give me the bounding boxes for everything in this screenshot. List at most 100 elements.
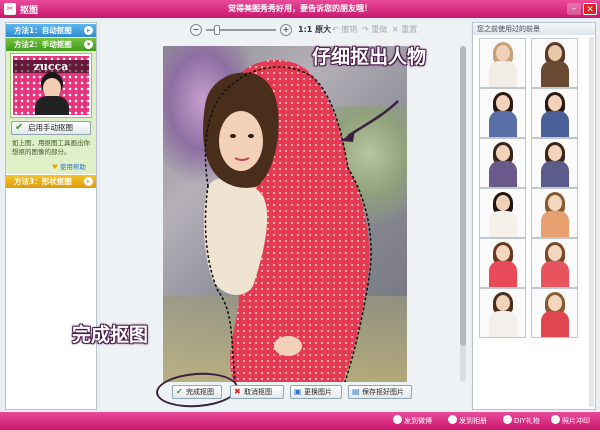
thumbnail-brand-text: zucca [13, 60, 89, 73]
figure-body [489, 111, 517, 137]
figure-head [548, 245, 562, 261]
diy-gift-label: DIY礼物 [514, 417, 540, 425]
recent-foreground-thumbnail[interactable] [531, 188, 578, 238]
change-image-button[interactable]: ▣ 更换图片 [290, 385, 342, 399]
figure-body [541, 111, 569, 137]
redo-button[interactable]: ↷ 重做 [362, 24, 387, 36]
figure-body [489, 261, 517, 287]
figure-head [548, 295, 562, 311]
recent-foreground-thumbnail[interactable] [479, 188, 526, 238]
figure-head [496, 45, 510, 61]
recent-foreground-thumbnail[interactable] [531, 38, 578, 88]
save-icon: ▤ [352, 387, 360, 396]
figure-head [496, 95, 510, 111]
figure-body [489, 161, 517, 187]
recent-foreground-thumbnail[interactable] [479, 138, 526, 188]
figure-head [548, 45, 562, 61]
figure-head [548, 195, 562, 211]
figure-head [496, 145, 510, 161]
figure-head [496, 295, 510, 311]
lightbulb-icon: ♥ [52, 163, 58, 171]
editing-area: − + 1:1 原大 ↶ 撤销 ↷ 重做 ✕ 重置 仔细抠出人物 完成抠图 ✔ … [72, 22, 470, 410]
zoom-in-button[interactable]: + [280, 24, 292, 36]
thumbnail-figure-head [43, 78, 61, 98]
canvas-toolbar: − + 1:1 原大 ↶ 撤销 ↷ 重做 ✕ 重置 [100, 22, 470, 38]
expand-arrow-icon: ▸ [84, 177, 93, 186]
status-bar: 发到微博 发到相册 DIY礼物 照片冲印 [0, 412, 600, 430]
print-icon [551, 415, 560, 424]
action-bar: ✔ 完成抠图 ✖ 取消抠图 ▣ 更换图片 ▤ 保存抠好图片 [100, 385, 470, 401]
cancel-cutout-label: 取消抠图 [244, 388, 272, 396]
help-link-label: 使用帮助 [59, 163, 86, 171]
recent-scrollbar[interactable] [589, 37, 594, 407]
recent-foregrounds-panel: 您之前使用过的前景 [472, 22, 596, 410]
share-album-link[interactable]: 发到相册 [448, 415, 487, 427]
subject-figure [203, 60, 399, 382]
thumbnail-figure-body [35, 96, 69, 115]
figure-body [541, 261, 569, 287]
minimize-button[interactable]: – [567, 3, 581, 15]
canvas-scrollbar-thumb[interactable] [460, 46, 466, 346]
recent-foreground-thumbnail[interactable] [479, 88, 526, 138]
help-link[interactable]: ♥ 使用帮助 [52, 161, 86, 171]
change-image-label: 更换图片 [304, 388, 332, 396]
manual-cutout-description: 如上图，用抠图工具画出你想抠的图像的部分。 [12, 139, 90, 156]
share-weibo-link[interactable]: 发到微博 [393, 415, 432, 427]
zoom-out-button[interactable]: − [190, 24, 202, 36]
close-button[interactable]: ✕ [583, 3, 597, 15]
method-shape-cutout-tab[interactable]: 方法3：形状抠图 ▸ [6, 175, 96, 188]
photo-canvas[interactable] [163, 46, 407, 382]
figure-body [489, 311, 517, 337]
manual-cutout-section: zucca ✔ 启用手动抠图 如上图，用抠图工具画出你想抠的图像的部分。 ♥ 使… [6, 51, 96, 174]
annotation-finish-cutout: 完成抠图 [72, 324, 149, 346]
method-manual-cutout-tab[interactable]: 方法2：手动抠图 ▾ [6, 38, 96, 51]
figure-body [541, 211, 569, 237]
undo-button[interactable]: ↶ 撤销 [332, 24, 357, 36]
recent-foreground-thumbnail[interactable] [531, 288, 578, 338]
cross-icon: ✖ [234, 387, 241, 396]
finish-cutout-button[interactable]: ✔ 完成抠图 [172, 385, 222, 399]
expand-arrow-icon: ▸ [84, 26, 93, 35]
collapse-arrow-icon: ▾ [84, 40, 93, 49]
recent-foreground-thumbnail[interactable] [479, 288, 526, 338]
recent-foreground-thumbnail[interactable] [531, 238, 578, 288]
example-thumbnail: zucca [10, 53, 92, 118]
recent-foreground-thumbnail[interactable] [531, 138, 578, 188]
diy-gift-link[interactable]: DIY礼物 [503, 415, 540, 427]
figure-head [496, 195, 510, 211]
title-bar: ✂ 抠图 觉得美图秀秀好用，要告诉您的朋友哦！ – ✕ [0, 0, 600, 18]
figure-head [548, 145, 562, 161]
cancel-cutout-button[interactable]: ✖ 取消抠图 [230, 385, 284, 399]
share-album-label: 发到相册 [459, 417, 487, 425]
recent-foregrounds-header: 您之前使用过的前景 [473, 23, 595, 35]
recent-foreground-thumbnail[interactable] [531, 88, 578, 138]
finish-cutout-label: 完成抠图 [186, 388, 214, 396]
save-cutout-label: 保存抠好图片 [362, 388, 404, 396]
enable-manual-cutout-button[interactable]: ✔ 启用手动抠图 [11, 121, 91, 135]
gift-icon [503, 415, 512, 424]
figure-body [541, 161, 569, 187]
figure-head [496, 245, 510, 261]
figure-body [489, 61, 517, 87]
method-manual-cutout-label: 方法2：手动抠图 [14, 40, 72, 49]
recent-foreground-thumbnail[interactable] [479, 238, 526, 288]
slogan-link[interactable]: 觉得美图秀秀好用，要告诉您的朋友哦！ [0, 3, 600, 14]
photo-print-link[interactable]: 照片冲印 [551, 415, 590, 427]
method-panel: 方法1：自动抠图 ▸ 方法2：手动抠图 ▾ zucca ✔ 启用手动抠图 如上图… [5, 22, 97, 410]
image-icon: ▣ [294, 387, 302, 396]
original-size-button[interactable]: 1:1 原大 [298, 24, 331, 36]
method-shape-cutout-label: 方法3：形状抠图 [14, 177, 72, 186]
enable-manual-cutout-label: 启用手动抠图 [28, 123, 73, 132]
weibo-icon [393, 415, 402, 424]
save-cutout-button[interactable]: ▤ 保存抠好图片 [348, 385, 412, 399]
method-auto-cutout-tab[interactable]: 方法1：自动抠图 ▸ [6, 24, 96, 37]
reset-button[interactable]: ✕ 重置 [392, 24, 417, 36]
figure-head [548, 95, 562, 111]
album-icon [448, 415, 457, 424]
zoom-slider-handle[interactable] [214, 25, 220, 35]
recent-foreground-thumbnail[interactable] [479, 38, 526, 88]
annotation-cutout-subject: 仔细抠出人物 [312, 46, 427, 68]
figure-body [541, 61, 569, 87]
figure-body [541, 311, 569, 337]
method-auto-cutout-label: 方法1：自动抠图 [14, 26, 72, 35]
